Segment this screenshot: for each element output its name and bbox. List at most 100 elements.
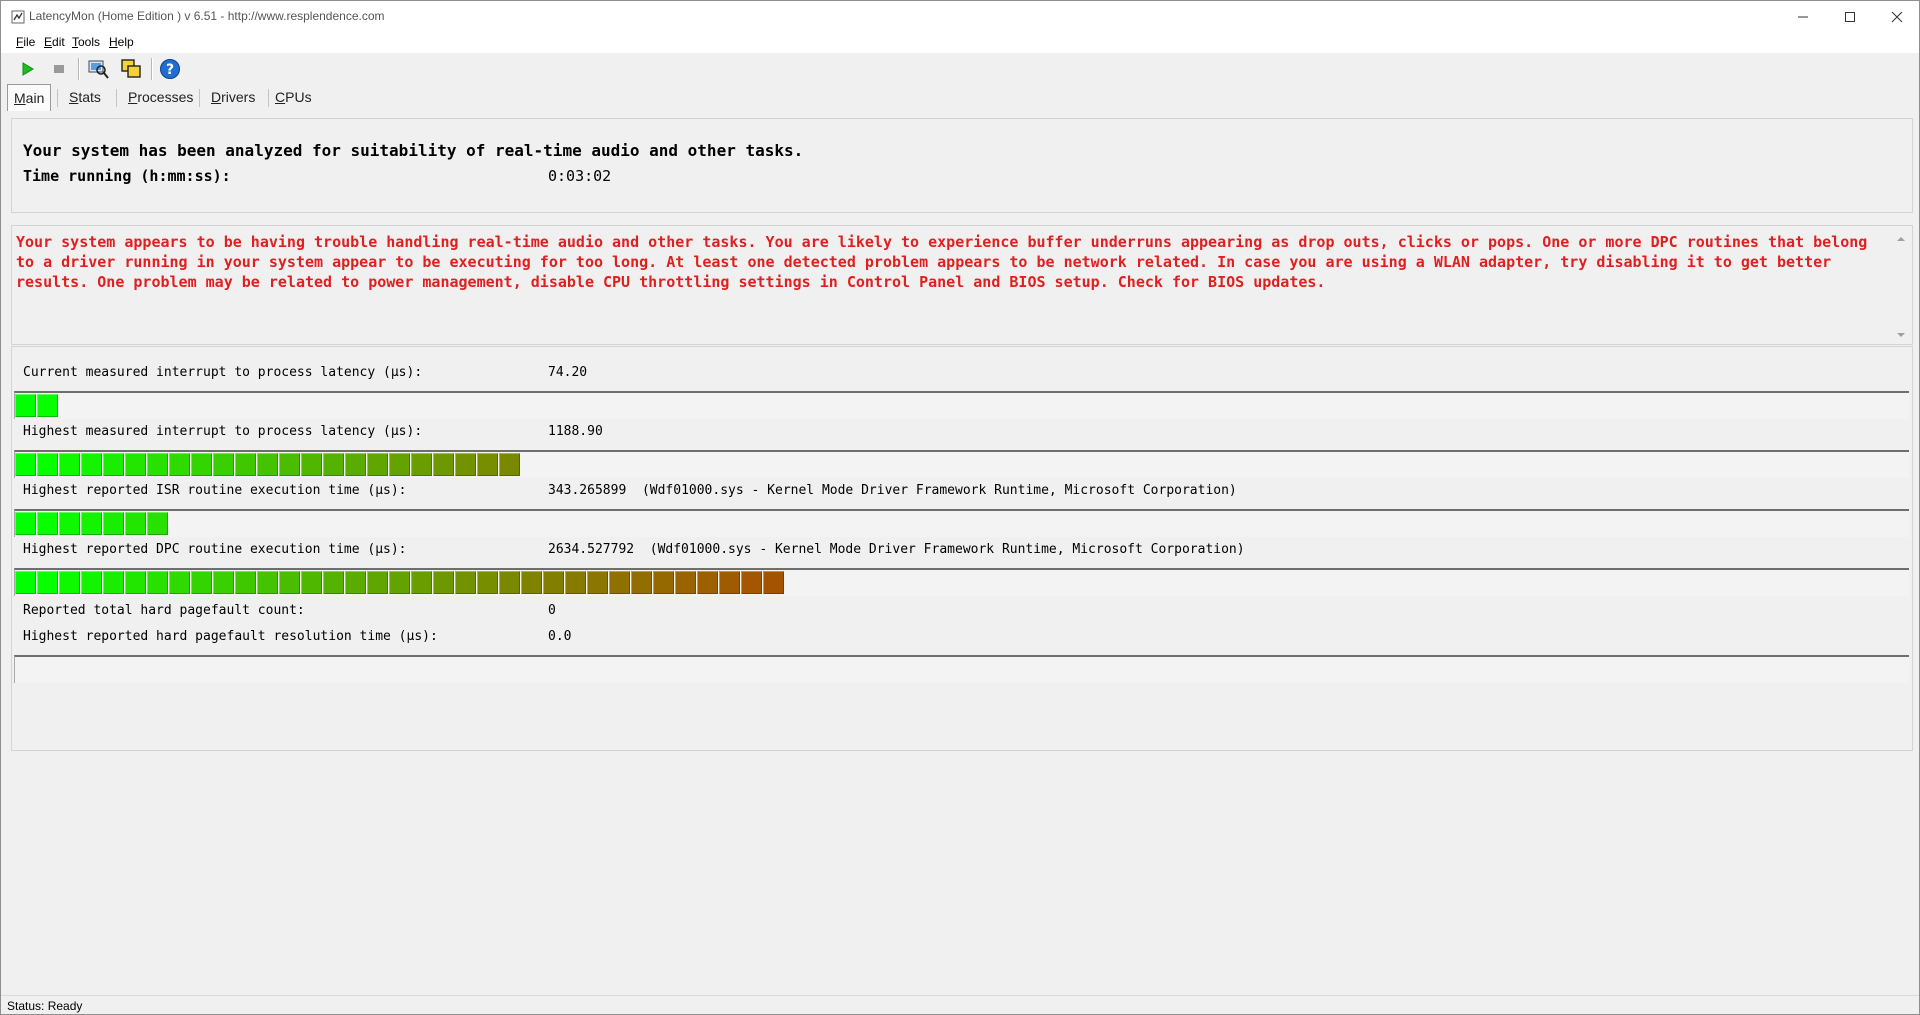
scroll-up-arrow-icon[interactable] — [1896, 234, 1906, 244]
meter-segment — [191, 453, 212, 476]
meter-segment — [81, 512, 102, 535]
menu-edit[interactable]: Edit — [44, 35, 65, 49]
meter-segment — [631, 571, 652, 594]
meter-segment — [697, 571, 718, 594]
meter-segment — [565, 571, 586, 594]
close-button[interactable] — [1874, 1, 1919, 33]
highest-latency-value: 1188.90 — [548, 424, 603, 439]
meter-segment — [675, 571, 696, 594]
meter-segment — [455, 453, 476, 476]
meter-segment — [147, 512, 168, 535]
current-latency-value: 74.20 — [548, 365, 588, 380]
app-icon — [11, 10, 25, 24]
status-text: Status: Ready — [7, 999, 83, 1013]
tab-drivers[interactable]: Drivers — [205, 85, 261, 109]
tab-stats[interactable]: Stats — [63, 85, 107, 109]
meter-segment — [323, 453, 344, 476]
meter-segment — [521, 571, 542, 594]
play-icon — [22, 62, 34, 76]
isr-driver-name: (Wdf01000.sys - Kernel Mode Driver Frame… — [641, 483, 1237, 498]
dpc-value-number: 2634.527792 — [548, 542, 635, 557]
tab-main[interactable]: Main — [7, 84, 52, 111]
conclusion-text-area[interactable]: Your system appears to be having trouble… — [11, 225, 1913, 345]
dpc-driver-name: (Wdf01000.sys - Kernel Mode Driver Frame… — [649, 542, 1245, 557]
tab-processes[interactable]: Processes — [122, 85, 199, 109]
status-bar: Status: Ready — [1, 995, 1919, 1014]
stop-icon — [54, 65, 64, 73]
isr-time-value: 343.265899 (Wdf01000.sys - Kernel Mode D… — [548, 483, 1237, 498]
meter-fill — [15, 512, 169, 536]
highest-latency-label: Highest measured interrupt to process la… — [23, 424, 423, 439]
meter-fill — [15, 453, 521, 477]
meter-segment — [125, 571, 146, 594]
dpc-time-label: Highest reported DPC routine execution t… — [23, 542, 407, 557]
meter-segment — [37, 512, 58, 535]
meter-segment — [323, 571, 344, 594]
meter-fill — [15, 394, 59, 418]
isr-time-meter — [14, 509, 1909, 537]
analysis-headline: Your system has been analyzed for suitab… — [23, 141, 804, 160]
meter-segment — [81, 453, 102, 476]
toolbar: ? — [1, 53, 1919, 85]
menu-tools[interactable]: Tools — [72, 35, 100, 49]
meter-segment — [763, 571, 784, 594]
stop-button[interactable] — [46, 56, 72, 82]
summary-panel: Your system has been analyzed for suitab… — [11, 118, 1913, 213]
meter-segment — [543, 571, 564, 594]
tab-cpus[interactable]: C PUs — [269, 85, 318, 109]
conclusion-message: Your system appears to be having trouble… — [16, 233, 1868, 291]
meter-segment — [455, 571, 476, 594]
minimize-button[interactable] — [1780, 1, 1826, 33]
meter-segment — [279, 453, 300, 476]
windows-button[interactable] — [118, 56, 144, 82]
meter-segment — [367, 453, 388, 476]
menu-bar: File Edit Tools Help — [1, 33, 1919, 53]
meter-segment — [411, 453, 432, 476]
pagefault-time-label: Highest reported hard pagefault resoluti… — [23, 629, 438, 644]
time-running-label: Time running (h:mm:ss): — [23, 167, 231, 185]
help-button[interactable]: ? — [157, 56, 183, 82]
dpc-time-value: 2634.527792 (Wdf01000.sys - Kernel Mode … — [548, 542, 1245, 557]
tab-separator — [57, 89, 58, 107]
title-bar[interactable]: LatencyMon (Home Edition ) v 6.51 - http… — [1, 1, 1919, 33]
meter-segment — [411, 571, 432, 594]
highest-latency-meter — [14, 450, 1909, 478]
meter-segment — [719, 571, 740, 594]
meter-segment — [59, 453, 80, 476]
time-running-value: 0:03:02 — [548, 167, 612, 185]
meter-segment — [147, 571, 168, 594]
menu-file[interactable]: File — [16, 35, 35, 49]
analyze-button[interactable] — [85, 56, 111, 82]
meter-segment — [609, 571, 630, 594]
meter-segment — [235, 571, 256, 594]
meter-segment — [59, 571, 80, 594]
meter-segment — [103, 512, 124, 535]
scroll-down-arrow-icon[interactable] — [1896, 330, 1906, 340]
meter-segment — [477, 453, 498, 476]
meter-fill — [15, 571, 785, 595]
meter-segment — [103, 453, 124, 476]
meter-segment — [741, 571, 762, 594]
maximize-button[interactable] — [1827, 1, 1873, 33]
meter-segment — [499, 571, 520, 594]
meter-segment — [191, 571, 212, 594]
pagefault-time-value: 0.0 — [548, 629, 572, 644]
meter-segment — [587, 571, 608, 594]
menu-help[interactable]: Help — [109, 35, 134, 49]
start-button[interactable] — [15, 56, 41, 82]
isr-value-number: 343.265899 — [548, 483, 627, 498]
analyze-icon — [88, 60, 109, 79]
meter-segment — [169, 571, 190, 594]
meter-segment — [37, 453, 58, 476]
current-latency-meter — [14, 391, 1909, 419]
meter-segment — [37, 394, 58, 417]
pagefault-count-value: 0 — [548, 603, 556, 618]
windows-icon — [121, 59, 141, 78]
meter-segment — [257, 571, 278, 594]
help-icon: ? — [160, 59, 180, 79]
meter-segment — [37, 571, 58, 594]
meter-segment — [433, 453, 454, 476]
svg-text:?: ? — [166, 62, 174, 78]
meter-segment — [147, 453, 168, 476]
minimize-icon — [1798, 16, 1808, 18]
